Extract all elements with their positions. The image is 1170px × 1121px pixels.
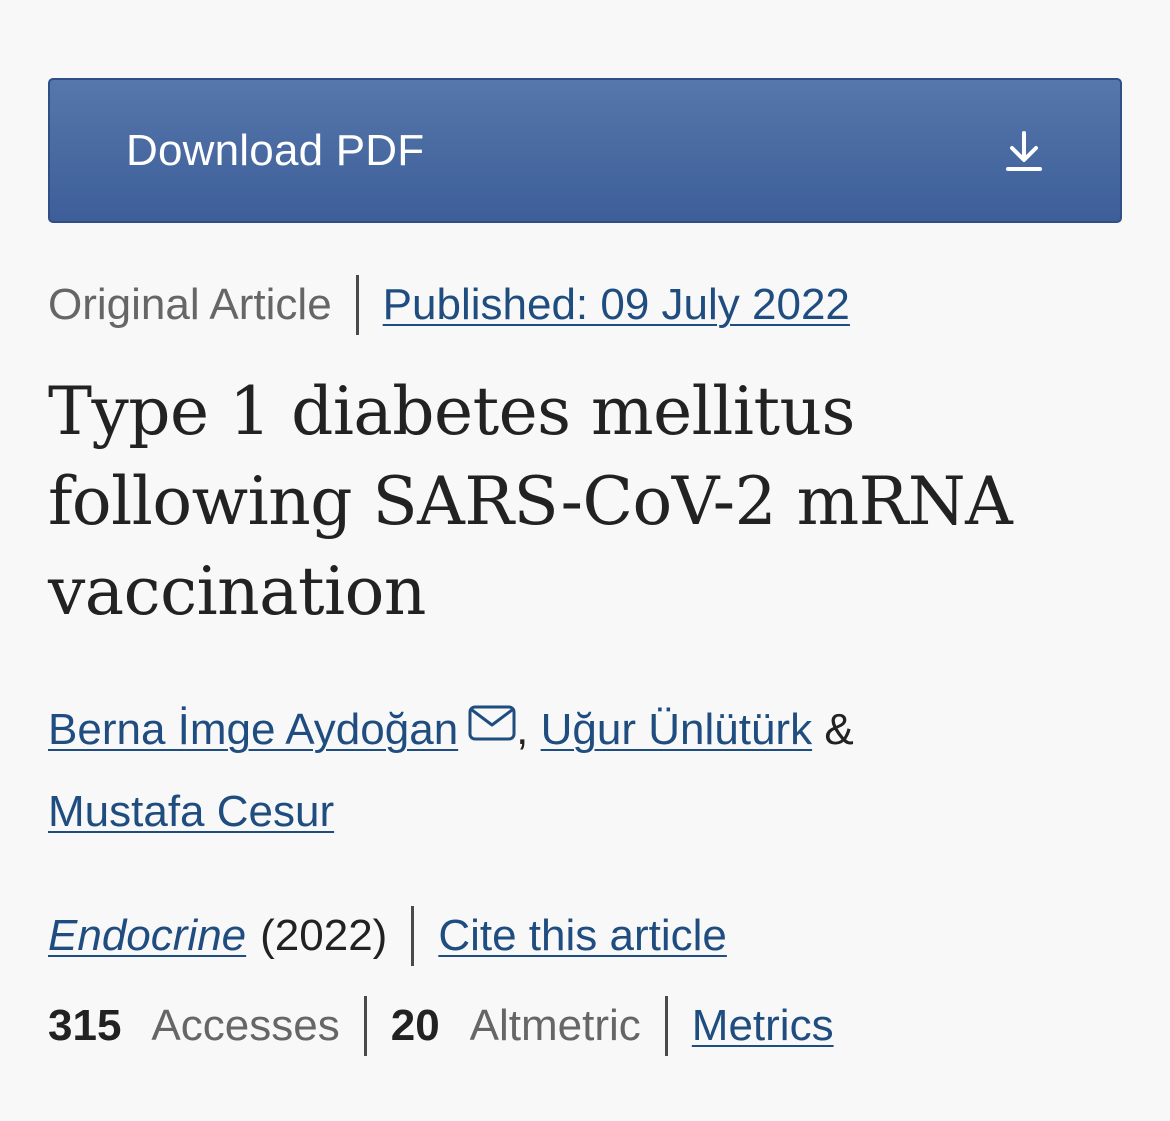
journal-link[interactable]: Endocrine — [48, 911, 246, 961]
author-list: Berna İmge Aydoğan , Uğur Ünlütürk & Mus… — [48, 689, 1122, 853]
published-date-link[interactable]: Published: 09 July 2022 — [383, 280, 850, 330]
divider — [355, 275, 359, 335]
author-link[interactable]: Berna İmge Aydoğan — [48, 705, 458, 754]
author-ampersand: & — [824, 705, 854, 754]
metrics-link[interactable]: Metrics — [692, 1001, 834, 1051]
article-meta: Original Article Published: 09 July 2022 — [48, 275, 1122, 335]
accesses-count: 315 — [48, 1001, 122, 1050]
divider — [363, 996, 367, 1056]
journal-info: Endocrine (2022) Cite this article — [48, 905, 1122, 967]
mail-icon[interactable] — [468, 704, 516, 742]
download-pdf-button[interactable]: Download PDF — [48, 78, 1122, 223]
cite-article-link[interactable]: Cite this article — [438, 911, 727, 961]
author-comma: , — [516, 705, 529, 754]
altmetric-label: Altmetric — [469, 1001, 641, 1050]
divider — [411, 906, 415, 966]
accesses-label: Accesses — [151, 1001, 340, 1050]
altmetric-count: 20 — [390, 1001, 440, 1050]
download-pdf-label: Download PDF — [126, 125, 425, 175]
download-icon — [1006, 130, 1042, 171]
author-link[interactable]: Mustafa Cesur — [48, 787, 334, 836]
divider — [664, 996, 668, 1056]
article-metrics: 315 Accesses 20 Altmetric Metrics — [48, 995, 1122, 1057]
article-header: Download PDF Original Article Published:… — [48, 78, 1122, 1057]
journal-year: (2022) — [260, 911, 388, 960]
article-type: Original Article — [48, 280, 332, 329]
author-link[interactable]: Uğur Ünlütürk — [541, 705, 812, 754]
article-title: Type 1 diabetes mellitus following SARS-… — [48, 373, 1013, 630]
